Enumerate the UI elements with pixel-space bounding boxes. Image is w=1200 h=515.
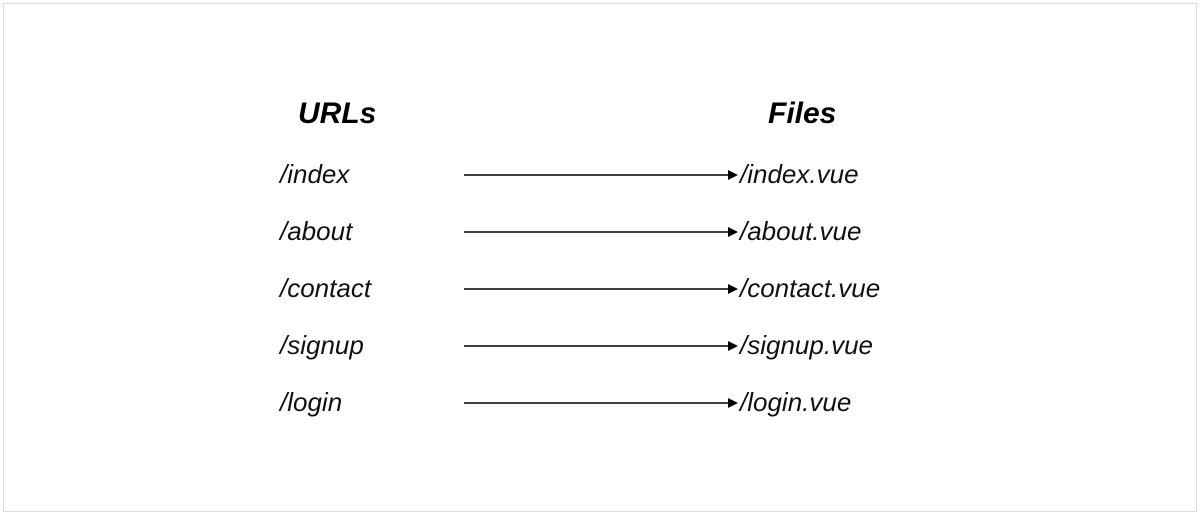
arrow-icon <box>460 396 740 410</box>
url-cell: /about <box>280 216 460 247</box>
url-cell: /contact <box>280 273 460 304</box>
url-cell: /signup <box>280 330 460 361</box>
diagram-frame: URLs Files /index/index.vue/about/about.… <box>3 3 1197 512</box>
file-cell: /index.vue <box>740 159 920 190</box>
url-cell: /index <box>280 159 460 190</box>
arrow-icon <box>460 282 740 296</box>
mapping-rows: /index/index.vue/about/about.vue/contact… <box>280 159 920 418</box>
arrow-icon <box>460 225 740 239</box>
file-cell: /signup.vue <box>740 330 920 361</box>
mapping-row: /about/about.vue <box>280 216 920 247</box>
mapping-row: /contact/contact.vue <box>280 273 920 304</box>
column-headers: URLs Files <box>280 97 920 131</box>
arrow-icon <box>460 168 740 182</box>
file-cell: /about.vue <box>740 216 920 247</box>
file-cell: /contact.vue <box>740 273 920 304</box>
mapping-row: /login/login.vue <box>280 387 920 418</box>
mapping-row: /index/index.vue <box>280 159 920 190</box>
file-cell: /login.vue <box>740 387 920 418</box>
mapping-row: /signup/signup.vue <box>280 330 920 361</box>
url-cell: /login <box>280 387 460 418</box>
url-file-mapping-diagram: URLs Files /index/index.vue/about/about.… <box>280 97 920 418</box>
arrow-icon <box>460 339 740 353</box>
header-files: Files <box>740 97 920 131</box>
header-urls: URLs <box>280 97 460 131</box>
